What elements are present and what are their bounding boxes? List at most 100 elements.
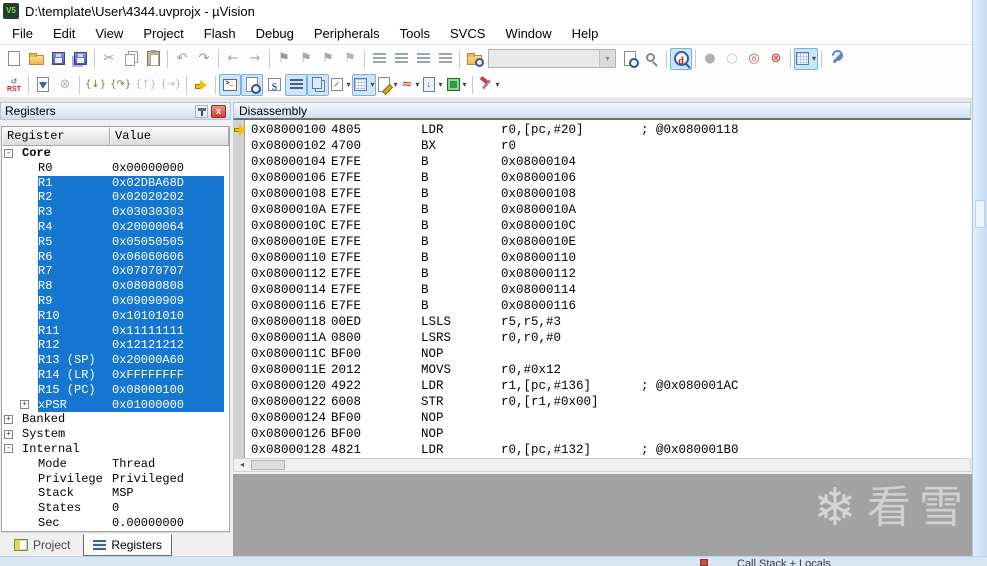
clear-bookmarks-icon[interactable]: ⚑: [339, 48, 361, 70]
register-row-stack[interactable]: Stack MSP: [2, 486, 229, 501]
chevron-down-icon[interactable]: ▾: [415, 80, 419, 89]
close-icon[interactable]: x: [211, 104, 226, 118]
open-file-icon[interactable]: [25, 48, 47, 70]
register-row-r13-sp-[interactable]: R13 (SP) 0x20000A60: [2, 353, 229, 368]
stop-icon[interactable]: ⊗: [54, 74, 76, 96]
disasm-line-0x08000112[interactable]: 0x08000112 E7FE B 0x08000112: [233, 266, 971, 282]
show-current-statement-icon[interactable]: [190, 74, 212, 96]
disasm-line-0x08000110[interactable]: 0x08000110 E7FE B 0x08000110: [233, 250, 971, 266]
insert-breakpoint-icon[interactable]: ●: [699, 48, 721, 70]
register-row-system[interactable]: + System: [2, 427, 229, 442]
watch-window-icon[interactable]: ▾: [329, 74, 352, 96]
register-row-r2[interactable]: R2 0x02020202: [2, 190, 229, 206]
disasm-line-0x08000118[interactable]: 0x08000118 00ED LSLS r5,r5,#3: [233, 314, 971, 330]
register-row-r7[interactable]: R7 0x07070707: [2, 264, 229, 280]
register-row-mode[interactable]: Mode Thread: [2, 457, 229, 472]
disassembly-hscrollbar[interactable]: ◂: [233, 458, 971, 472]
disasm-line-0x08000100[interactable]: 0x08000100 4805 LDR r0,[pc,#20] ; @0x0800011…: [233, 122, 971, 138]
run-icon[interactable]: [32, 74, 54, 96]
register-row-core[interactable]: - Core: [2, 146, 229, 161]
step-icon[interactable]: {↓}: [83, 74, 108, 96]
register-row-r6[interactable]: R6 0x06060606: [2, 249, 229, 265]
chevron-down-icon[interactable]: ▾: [496, 80, 500, 89]
disasm-line-0x08000120[interactable]: 0x08000120 4922 LDR r1,[pc,#136] ; @0x080001…: [233, 378, 971, 394]
incremental-find-icon[interactable]: [641, 48, 663, 70]
expand-toggle-icon[interactable]: +: [4, 414, 13, 424]
chevron-down-icon[interactable]: ▾: [812, 54, 816, 63]
expand-toggle-icon[interactable]: -: [4, 148, 13, 158]
trace-window-icon[interactable]: ▾: [421, 74, 444, 96]
new-file-icon[interactable]: [3, 48, 25, 70]
menu-item-project[interactable]: Project: [133, 23, 193, 44]
menu-item-file[interactable]: File: [2, 23, 43, 44]
menu-item-help[interactable]: Help: [562, 23, 609, 44]
menu-item-tools[interactable]: Tools: [390, 23, 440, 44]
menu-item-flash[interactable]: Flash: [194, 23, 246, 44]
register-row-sec[interactable]: Sec 0.00000000: [2, 516, 229, 531]
disable-all-breakpoints-icon[interactable]: ◎: [743, 48, 765, 70]
register-row-r15-pc-[interactable]: R15 (PC) 0x08000100: [2, 382, 229, 398]
enable-breakpoint-icon[interactable]: ○: [721, 48, 743, 70]
disassembly-code-area[interactable]: 0x08000100 4805 LDR r0,[pc,#20] ; @0x0800011…: [233, 120, 971, 458]
chevron-down-icon[interactable]: ▾: [599, 50, 615, 67]
menu-item-edit[interactable]: Edit: [43, 23, 85, 44]
disassembly-window-icon[interactable]: [241, 73, 264, 96]
register-row-r0[interactable]: R0 0x00000000: [2, 161, 229, 176]
register-row-r4[interactable]: R4 0x20000064: [2, 219, 229, 235]
register-row-r10[interactable]: R10 0x10101010: [2, 308, 229, 324]
step-over-icon[interactable]: {↷}: [108, 74, 133, 96]
expand-toggle-icon[interactable]: +: [20, 400, 29, 410]
register-row-internal[interactable]: - Internal: [2, 442, 229, 457]
disasm-line-0x08000122[interactable]: 0x08000122 6008 STR r0,[r1,#0x00]: [233, 394, 971, 410]
debug-toolbox-icon[interactable]: ▾: [476, 74, 502, 96]
register-row-privilege[interactable]: Privilege Privileged: [2, 472, 229, 487]
disasm-line-0x08000114[interactable]: 0x08000114 E7FE B 0x08000114: [233, 282, 971, 298]
menu-item-debug[interactable]: Debug: [246, 23, 304, 44]
vscrollbar-thumb[interactable]: [975, 200, 985, 228]
find-next-icon[interactable]: [619, 48, 641, 70]
disasm-line-0x0800010A[interactable]: 0x0800010A E7FE B 0x0800010A: [233, 202, 971, 218]
toggle-bookmark-icon[interactable]: ⚑: [273, 48, 295, 70]
scroll-left-icon[interactable]: ◂: [235, 459, 249, 471]
find-in-files-icon[interactable]: [463, 48, 485, 70]
goto-prev-bookmark-icon[interactable]: ⚑: [317, 48, 339, 70]
save-icon[interactable]: [47, 48, 69, 70]
disasm-line-0x0800011E[interactable]: 0x0800011E 2012 MOVS r0,#0x12: [233, 362, 971, 378]
window-layout-icon[interactable]: ▾: [794, 47, 819, 70]
configure-target-icon[interactable]: [825, 48, 847, 70]
kill-all-breakpoints-icon[interactable]: ⊗: [765, 48, 787, 70]
save-all-icon[interactable]: [69, 48, 91, 70]
disasm-line-0x08000106[interactable]: 0x08000106 E7FE B 0x08000106: [233, 170, 971, 186]
expand-toggle-icon[interactable]: +: [4, 429, 13, 439]
column-header-value[interactable]: Value: [110, 127, 229, 146]
column-header-register[interactable]: Register: [2, 127, 110, 146]
register-row-r12[interactable]: R12 0x12121212: [2, 338, 229, 354]
chevron-down-icon[interactable]: ▾: [346, 80, 350, 89]
menu-item-window[interactable]: Window: [495, 23, 561, 44]
analysis-window-icon[interactable]: ≈ ▾: [399, 74, 421, 96]
step-out-icon[interactable]: {↑}: [133, 74, 158, 96]
navigate-back-icon[interactable]: ←: [222, 48, 244, 70]
disasm-line-0x08000124[interactable]: 0x08000124 BF00 NOP: [233, 410, 971, 426]
chevron-down-icon[interactable]: ▾: [463, 80, 467, 89]
disasm-line-0x08000126[interactable]: 0x08000126 BF00 NOP: [233, 426, 971, 442]
register-row-r1[interactable]: R1 0x02DBA68D: [2, 175, 229, 191]
cut-icon[interactable]: ✂: [98, 48, 120, 70]
comment-selection-icon[interactable]: [412, 48, 434, 70]
copy-icon[interactable]: [120, 48, 142, 70]
reset-cpu-icon[interactable]: ↺ RST: [3, 74, 25, 96]
uncomment-selection-icon[interactable]: [434, 48, 456, 70]
hscrollbar-thumb[interactable]: [251, 460, 285, 470]
registers-window-icon[interactable]: [285, 73, 308, 96]
disasm-line-0x0800011A[interactable]: 0x0800011A 0800 LSRS r0,r0,#0: [233, 330, 971, 346]
chevron-down-icon[interactable]: ▾: [438, 80, 442, 89]
system-viewer-icon[interactable]: ▾: [445, 74, 469, 96]
indent-left-icon[interactable]: [368, 48, 390, 70]
disasm-line-0x0800010E[interactable]: 0x0800010E E7FE B 0x0800010E: [233, 234, 971, 250]
call-stack-window-icon[interactable]: [307, 73, 330, 96]
disasm-line-0x0800011C[interactable]: 0x0800011C BF00 NOP: [233, 346, 971, 362]
menu-item-svcs[interactable]: SVCS: [440, 23, 495, 44]
register-row-r5[interactable]: R5 0x05050505: [2, 234, 229, 250]
chevron-down-icon[interactable]: ▾: [370, 80, 374, 89]
run-to-cursor-icon[interactable]: {→}: [158, 74, 183, 96]
